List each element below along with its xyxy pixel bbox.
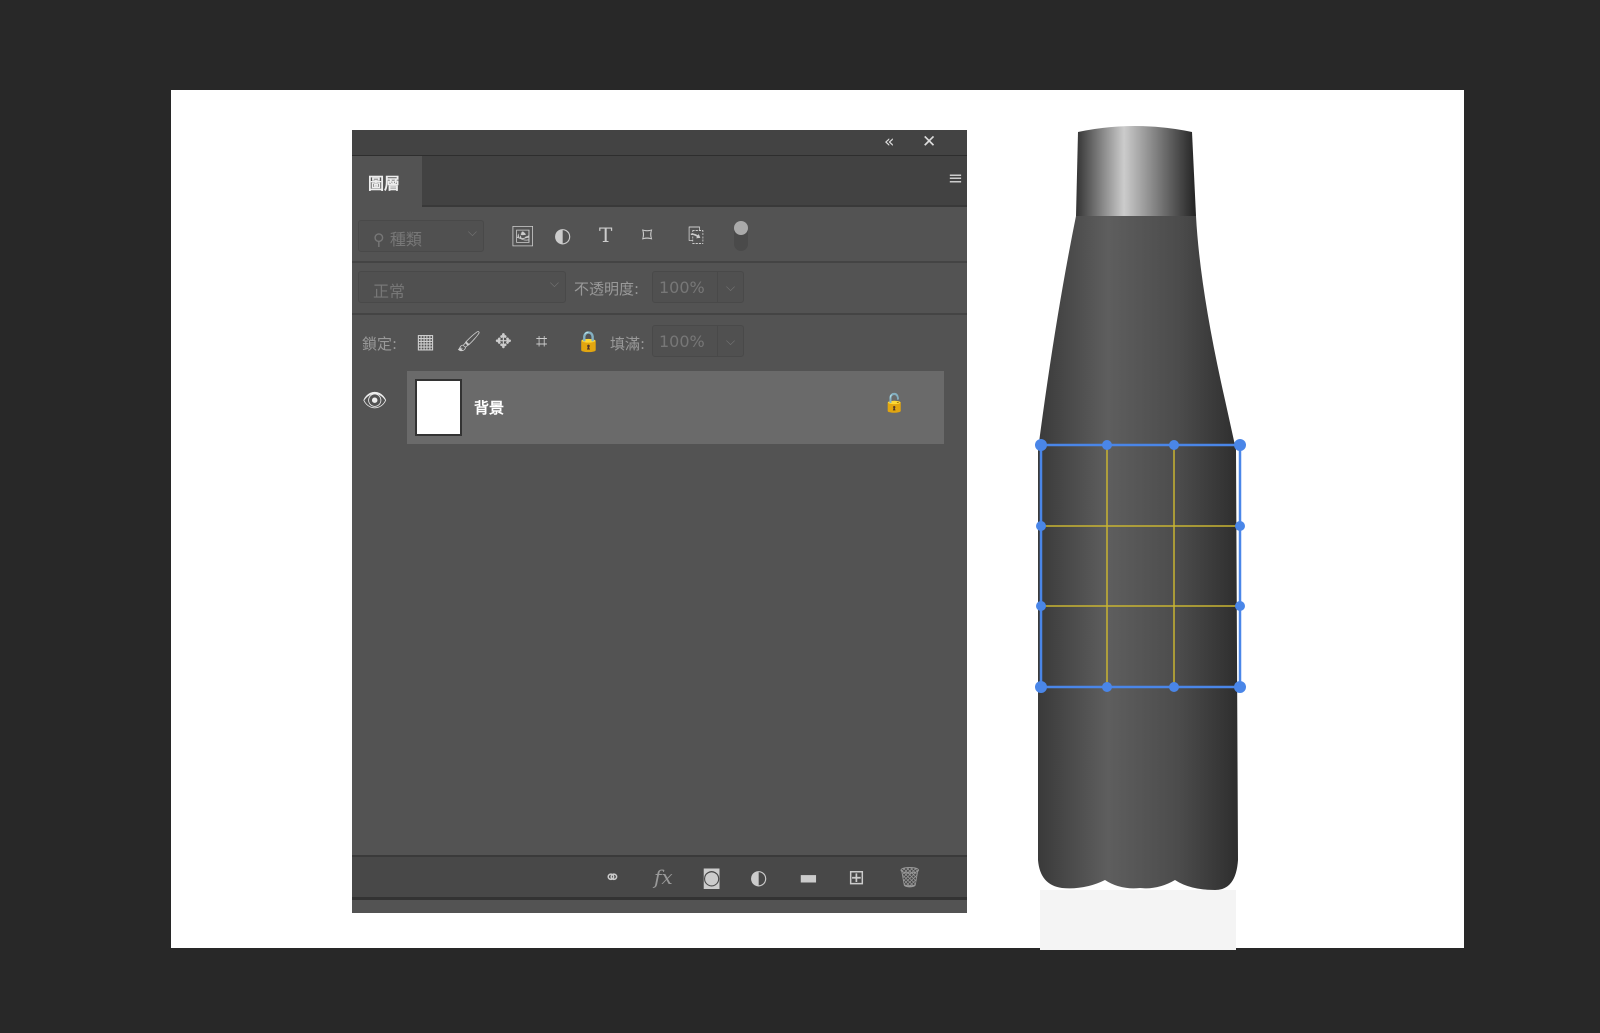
lock-row: 鎖定: ▦ 🖌 ✥ ⌗ 🔒 填滿: 100% ⌵ xyxy=(352,317,967,369)
adjustment-filter-icon[interactable]: ◐ xyxy=(554,223,571,247)
adjustment-layer-icon[interactable]: ◐ xyxy=(750,865,767,889)
layers-panel: « ✕ 圖層 ≡ ⚲ 種類 ⌵ 🖼 ◐ T ⌑ ⎘ 正常 ⌵ 不透明度: 100%… xyxy=(352,130,967,913)
lock-paint-brush-icon[interactable]: 🖌 xyxy=(456,329,481,353)
collapse-icon[interactable]: « xyxy=(884,132,894,152)
panel-menu-icon[interactable]: ≡ xyxy=(948,172,963,186)
fx-icon[interactable]: fx xyxy=(654,865,673,889)
chevron-down-icon[interactable]: ⌵ xyxy=(717,326,743,356)
mask-icon[interactable]: ◙ xyxy=(702,865,721,889)
blend-mode-value: 正常 xyxy=(373,282,405,301)
filter-kind-label: 種類 xyxy=(390,230,422,249)
tab-layers[interactable]: 圖層 xyxy=(352,156,422,207)
type-filter-icon[interactable]: T xyxy=(599,223,612,247)
lock-label: 鎖定: xyxy=(362,333,397,354)
lock-icon[interactable]: 🔓 xyxy=(883,393,905,414)
lock-artboard-icon[interactable]: ⌗ xyxy=(536,329,547,353)
image-filter-icon[interactable]: 🖼 xyxy=(510,224,535,248)
smart-object-filter-icon[interactable]: ⎘ xyxy=(688,223,704,247)
lock-all-icon[interactable]: 🔒 xyxy=(576,329,601,353)
layer-name: 背景 xyxy=(474,397,504,418)
lock-move-icon[interactable]: ✥ xyxy=(495,329,512,353)
opacity-value: 100% xyxy=(659,278,705,297)
visibility-eye-icon[interactable]: 👁 xyxy=(362,388,387,412)
layer-thumbnail xyxy=(415,379,462,436)
new-layer-icon[interactable]: ⊞ xyxy=(848,865,865,889)
opacity-input[interactable]: 100% ⌵ xyxy=(652,271,744,303)
panel-footer: ⚭ fx ◙ ◐ ▬ ⊞ 🗑 xyxy=(352,855,967,900)
filter-kind-select[interactable]: ⚲ 種類 ⌵ xyxy=(358,220,484,252)
shape-filter-icon[interactable]: ⌑ xyxy=(642,223,652,247)
lock-transparent-icon[interactable]: ▦ xyxy=(416,329,435,353)
chevron-down-icon[interactable]: ⌵ xyxy=(717,272,743,302)
opacity-label: 不透明度: xyxy=(574,278,639,299)
chevron-down-icon: ⌵ xyxy=(468,225,477,240)
warp-grid[interactable] xyxy=(1030,435,1255,700)
panel-tab-row: 圖層 ≡ xyxy=(352,156,967,207)
fill-value: 100% xyxy=(659,332,705,351)
fill-label: 填滿: xyxy=(610,333,645,354)
blend-mode-select[interactable]: 正常 ⌵ xyxy=(358,271,566,303)
blend-row: 正常 ⌵ 不透明度: 100% ⌵ xyxy=(352,265,967,315)
layer-row[interactable]: 背景 🔓 xyxy=(407,371,944,444)
close-icon[interactable]: ✕ xyxy=(922,132,936,152)
search-icon: ⚲ xyxy=(373,230,385,249)
folder-icon[interactable]: ▬ xyxy=(799,865,818,889)
trash-icon[interactable]: 🗑 xyxy=(897,865,922,889)
chevron-down-icon: ⌵ xyxy=(550,276,559,291)
panel-title-bar: « ✕ xyxy=(352,130,967,156)
fill-input[interactable]: 100% ⌵ xyxy=(652,325,744,357)
filter-toggle[interactable] xyxy=(734,221,748,251)
link-icon[interactable]: ⚭ xyxy=(604,865,621,889)
filter-row: ⚲ 種類 ⌵ 🖼 ◐ T ⌑ ⎘ xyxy=(352,211,967,263)
